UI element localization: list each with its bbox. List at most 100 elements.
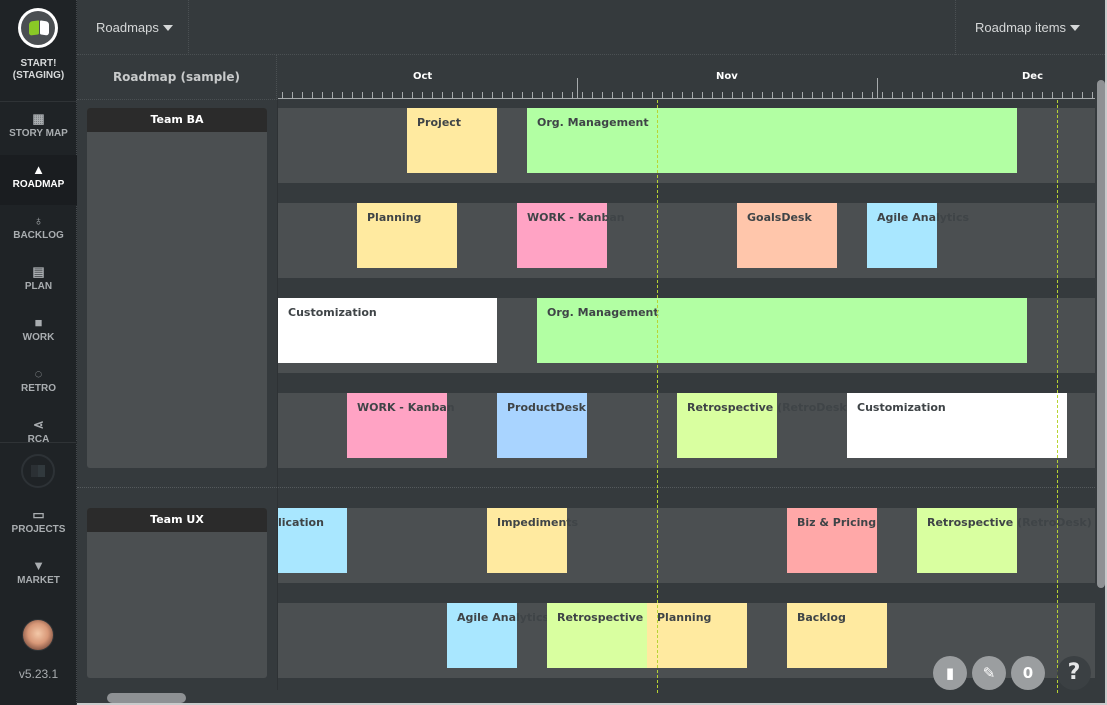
axis-tick xyxy=(732,92,733,98)
help-icon: ? xyxy=(1067,660,1081,685)
date-marker xyxy=(1057,100,1058,693)
workspace-name-line2: (STAGING) xyxy=(12,70,65,81)
axis-tick xyxy=(982,92,983,98)
nav-divider xyxy=(0,101,77,102)
axis-tick xyxy=(762,92,763,98)
axis-tick xyxy=(1092,92,1093,98)
roadmap-item[interactable]: Customization xyxy=(278,298,497,363)
axis-tick xyxy=(992,92,993,98)
nav-item-rca[interactable]: ⋖ RCA xyxy=(0,410,77,442)
axis-tick xyxy=(512,92,513,98)
roadmap-item-title: Retrospective (RetroDesk) xyxy=(687,401,852,414)
app-logo-icon[interactable] xyxy=(18,8,58,48)
nav-item-retro[interactable]: ◌ RETRO xyxy=(0,359,77,409)
axis-tick xyxy=(412,92,413,98)
nav-item-backlog[interactable]: ♁ BACKLOG xyxy=(0,206,77,256)
roadmap-item[interactable]: WORK - Kanban xyxy=(517,203,625,268)
axis-tick xyxy=(682,92,683,98)
month-boundary-tick xyxy=(577,78,578,98)
roadmap-item[interactable]: Biz & Pricing xyxy=(787,508,877,573)
vertical-scrollbar[interactable] xyxy=(1097,80,1105,588)
grid-icon: ▦ xyxy=(32,111,45,126)
roadmap-item[interactable]: Planning xyxy=(357,203,457,268)
axis-tick xyxy=(492,92,493,98)
count-badge-button[interactable]: 0 xyxy=(1011,656,1045,690)
app-root: START! (STAGING) ▦ STORY MAP ▲ ROADMAP ♁… xyxy=(0,0,1107,705)
axis-tick xyxy=(442,92,443,98)
roadmap-item[interactable]: Project xyxy=(407,108,497,173)
axis-tick xyxy=(852,92,853,98)
axis-tick xyxy=(1012,92,1013,98)
help-button[interactable]: ? xyxy=(1057,656,1091,690)
notes-button[interactable]: ▮ xyxy=(933,656,967,690)
roadmap-row: lication Impediments Biz & Pricing Retro… xyxy=(278,508,1095,583)
pencil-icon: ✎ xyxy=(982,664,996,682)
axis-tick xyxy=(1072,92,1073,98)
nav-label: MARKET xyxy=(17,575,60,586)
project-switcher-icon[interactable] xyxy=(21,454,55,488)
user-avatar[interactable] xyxy=(22,619,54,651)
edit-button[interactable]: ✎ xyxy=(972,656,1006,690)
nav-item-story-map[interactable]: ▦ STORY MAP xyxy=(0,104,77,154)
roadmap-item[interactable]: GoalsDesk xyxy=(737,203,837,268)
roadmap-item[interactable]: Retrospective (RetroDesk) xyxy=(677,393,852,458)
team-ux-header[interactable]: Team UX xyxy=(87,508,267,678)
roadmap-item[interactable]: Agile Analytics xyxy=(867,203,969,268)
nav-item-projects[interactable]: ▭ PROJECTS xyxy=(0,500,77,550)
book-icon: ▮ xyxy=(945,664,955,682)
basket-icon: ▼ xyxy=(32,558,45,573)
toolbar-divider xyxy=(955,0,956,55)
axis-tick xyxy=(872,92,873,98)
axis-tick xyxy=(472,92,473,98)
roadmap-items-dropdown[interactable]: Roadmap items xyxy=(975,0,1081,55)
axis-tick xyxy=(332,92,333,98)
axis-tick xyxy=(1062,92,1063,98)
roadmap-item[interactable]: WORK - Kanban xyxy=(347,393,455,458)
swimlanes: Team BA Project Org. Management Planning… xyxy=(77,100,1095,690)
roadmap-item-title: Backlog xyxy=(797,611,846,624)
briefcase-icon: ■ xyxy=(34,315,43,330)
nav-item-work[interactable]: ■ WORK xyxy=(0,308,77,358)
roadmap-item[interactable]: Org. Management xyxy=(537,298,1027,363)
axis-tick xyxy=(282,92,283,98)
roadmap-item-title: Customization xyxy=(857,401,946,414)
list-icon: ▤ xyxy=(32,264,45,279)
roadmap-item[interactable]: ProductDesk xyxy=(497,393,587,458)
roadmaps-dropdown[interactable]: Roadmaps xyxy=(96,0,173,55)
nav-item-market[interactable]: ▼ MARKET xyxy=(0,551,77,601)
axis-tick xyxy=(912,92,913,98)
axis-tick xyxy=(962,92,963,98)
roadmap-item[interactable]: Org. Management xyxy=(527,108,1017,173)
roadmap-item-title: Org. Management xyxy=(547,306,659,319)
axis-tick xyxy=(972,92,973,98)
axis-tick xyxy=(552,92,553,98)
workspace-name[interactable]: START! (STAGING) xyxy=(0,58,77,82)
roadmap-item-title: lication xyxy=(278,516,324,529)
axis-tick xyxy=(792,92,793,98)
axis-tick xyxy=(312,92,313,98)
roadmap-item-title: Retrospective (R xyxy=(557,611,661,624)
nav-divider xyxy=(0,442,77,443)
roadmap-item[interactable]: Retrospective (R xyxy=(547,603,661,668)
roadmap-item[interactable]: Planning xyxy=(647,603,747,668)
roadmap-item[interactable]: Customization xyxy=(847,393,1067,458)
roadmap-row: WORK - Kanban ProductDesk Retrospective … xyxy=(278,393,1095,468)
nav-item-roadmap[interactable]: ▲ ROADMAP xyxy=(0,155,77,205)
axis-tick xyxy=(812,92,813,98)
axis-tick xyxy=(892,92,893,98)
horizontal-scrollbar[interactable] xyxy=(107,693,186,703)
axis-tick xyxy=(462,92,463,98)
nav-item-plan[interactable]: ▤ PLAN xyxy=(0,257,77,307)
folder-icon: ▭ xyxy=(32,507,45,522)
roadmap-item[interactable]: Agile Analytics xyxy=(447,603,549,668)
roadmap-item[interactable]: Impediments xyxy=(487,508,578,573)
team-ba-header[interactable]: Team BA xyxy=(87,108,267,468)
roadmap-item[interactable]: lication xyxy=(278,508,347,573)
roadmap-item[interactable]: Backlog xyxy=(787,603,887,668)
roadmap-item[interactable]: Retrospective (RetroDesk) xyxy=(917,508,1092,573)
roadmap-item-title: Agile Analytics xyxy=(877,211,970,224)
axis-tick xyxy=(652,92,653,98)
nav-label: PLAN xyxy=(24,281,53,292)
axis-tick xyxy=(622,92,623,98)
roadmap-item-title: Planning xyxy=(367,211,422,224)
